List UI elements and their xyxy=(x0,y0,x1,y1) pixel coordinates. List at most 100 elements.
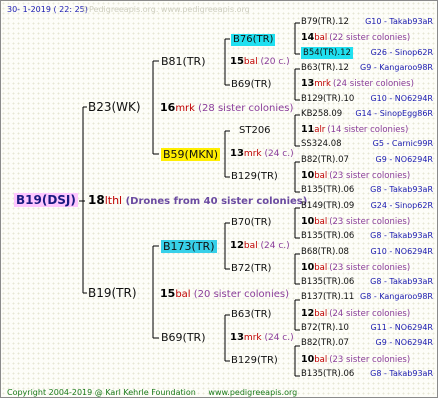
gen4-source-breeder[interactable]: G14 - SinopEgg86R xyxy=(355,109,433,118)
gen4-source-breeder[interactable]: G5 - Carnic99R xyxy=(373,139,433,148)
gen4-source-breeder[interactable]: G8 - Takab93aR xyxy=(370,369,433,378)
gen4-source-breeder[interactable]: G10 - Takab93aR xyxy=(365,17,433,26)
gen4-sister-count: (24 sister colonies) xyxy=(332,79,414,89)
gen4-ancestor-name[interactable]: B82(TR).07 xyxy=(301,338,349,348)
gen4-mating-row: 10bal (23 sister colonies) xyxy=(301,355,410,365)
gen2-b[interactable]: B59(MKN) xyxy=(161,148,221,161)
gen3-c2[interactable]: B72(TR) xyxy=(231,264,271,274)
gen1-bottom-abbr: bal xyxy=(175,289,191,300)
gen4-breeder-cell: G8 - Takab93aR xyxy=(370,232,433,240)
gen2-c-sisters: (24 c.) xyxy=(260,241,290,251)
gen4-ancestor-name[interactable]: B129(TR).10 xyxy=(301,94,354,104)
gen4-mating-row: 14bal (22 sister colonies) xyxy=(301,33,410,43)
gen4-source-breeder[interactable]: G10 - NO6294R xyxy=(370,247,433,256)
gen3-a2[interactable]: B69(TR) xyxy=(231,80,271,90)
pedigree-chart: { "header": { "date": "30- 1-2019 ( 22: … xyxy=(0,0,438,398)
gen4-source-breeder[interactable]: G11 - NO6294R xyxy=(370,323,433,332)
gen2-b-mating: 13mrk (24 c.) xyxy=(230,149,294,159)
gen4-source-breeder[interactable]: G8 - Takab93aR xyxy=(370,277,433,286)
gen4-sister-count: (23 sister colonies) xyxy=(329,355,411,365)
gen4-ancestor-name[interactable]: B68(TR).08 xyxy=(301,247,349,257)
gen4-brood-number: 11 xyxy=(301,124,315,135)
gen3-c1[interactable]: B70(TR) xyxy=(231,218,271,228)
gen4-source-breeder[interactable]: G9 - Kangaroo98R xyxy=(360,63,433,72)
gen4-source-breeder[interactable]: G9 - NO6294R xyxy=(376,338,433,347)
gen3-d1[interactable]: B63(TR) xyxy=(231,310,271,320)
gen2-a[interactable]: B81(TR) xyxy=(161,56,206,67)
gen4-brood-number: 10 xyxy=(301,262,315,273)
gen2-a-abbr: bal xyxy=(243,57,258,67)
gen2-d[interactable]: B69(TR) xyxy=(161,332,206,343)
gen4-breeder-cell: G9 - NO6294R xyxy=(376,339,433,347)
gen4-ancestor-name[interactable]: B63(TR).12 xyxy=(301,63,349,73)
copyright-text: Copyright 2004-2019 @ Karl Kehrle Founda… xyxy=(7,388,196,397)
gen4-ancestor-name[interactable]: B135(TR).06 xyxy=(301,185,354,195)
gen4-brood-number: 14 xyxy=(301,32,315,43)
gen1-top-mating: 16mrk (28 sister colonies) xyxy=(160,102,293,114)
gen2-d-sisters: (24 c.) xyxy=(264,333,294,343)
gen4-breeder-cell: G14 - SinopEgg86R xyxy=(355,110,433,118)
gen4-ancestor-name[interactable]: B149(TR).09 xyxy=(301,201,354,211)
gen4-breeder-cell: G8 - Kangaroo98R xyxy=(360,293,433,301)
gen4-sister-count: (23 sister colonies) xyxy=(329,171,411,181)
gen4-brood-number: 12 xyxy=(301,308,315,319)
gen4-brood-number: 10 xyxy=(301,354,315,365)
gen4-source-breeder[interactable]: G8 - Takab93aR xyxy=(370,231,433,240)
gen4-source-breeder[interactable]: G26 - Sinop62R xyxy=(371,48,433,57)
gen2-c-brood: 12 xyxy=(230,240,244,251)
gen4-breeder-cell: G11 - NO6294R xyxy=(370,324,433,332)
gen4-ancestor-name[interactable]: KB258.09 xyxy=(301,109,342,119)
gen3-b1[interactable]: ST206 xyxy=(239,126,271,136)
site-link[interactable]: www.pedigreeapis.org xyxy=(208,388,297,397)
gen4-source-breeder[interactable]: G8 - Kangaroo98R xyxy=(360,292,433,301)
root-brood-number: 18 xyxy=(88,193,105,207)
gen4-breeder-cell: G5 - Carnic99R xyxy=(373,140,433,148)
queen-root[interactable]: B19(DSJ) xyxy=(14,193,78,207)
gen4-ancestor-name[interactable]: B137(TR).11 xyxy=(301,292,354,302)
gen1-top-sisters: (28 sister colonies) xyxy=(198,103,294,114)
gen1-dam-bottom[interactable]: B19(TR) xyxy=(88,287,137,299)
gen4-ancestor-name[interactable]: B135(TR).06 xyxy=(301,369,354,379)
gen3-a1[interactable]: B76(TR) xyxy=(231,34,276,46)
gen4-ancestor-name[interactable]: B72(TR).10 xyxy=(301,323,349,333)
gen2-c-abbr: bal xyxy=(243,241,258,251)
gen4-brood-number: 10 xyxy=(301,216,315,227)
gen2-b-sisters: (24 c.) xyxy=(264,149,294,159)
gen4-sister-count: (23 sister colonies) xyxy=(329,217,411,227)
gen4-breed-abbr: bal xyxy=(314,263,328,273)
gen1-dam-top[interactable]: B23(WK) xyxy=(88,101,141,113)
root-mating-info: 18lthl (Drones from 40 sister colonies) xyxy=(88,194,307,207)
gen4-mating-row: 10bal (23 sister colonies) xyxy=(301,171,410,181)
gen4-breeder-cell: G10 - NO6294R xyxy=(370,248,433,256)
gen4-sister-count: (14 sister colonies) xyxy=(327,125,409,135)
gen4-breed-abbr: mrk xyxy=(314,79,331,89)
gen4-ancestor-name[interactable]: B79(TR).12 xyxy=(301,17,349,27)
gen1-bottom-brood: 15 xyxy=(160,287,176,300)
gen4-ancestor-name[interactable]: B54(TR).12 xyxy=(301,47,353,59)
gen4-sister-count: (23 sister colonies) xyxy=(329,263,411,273)
gen3-d2[interactable]: B129(TR) xyxy=(231,356,278,366)
gen4-breed-abbr: bal xyxy=(314,217,328,227)
gen1-bottom-mating: 15bal (20 sister colonies) xyxy=(160,288,289,300)
gen4-ancestor-name[interactable]: B82(TR).07 xyxy=(301,155,349,165)
gen4-breeder-cell: G26 - Sinop62R xyxy=(371,49,433,57)
gen4-breeder-cell: G8 - Takab93aR xyxy=(370,278,433,286)
gen2-d-brood: 13 xyxy=(230,332,244,343)
gen4-source-breeder[interactable]: G24 - Sinop62R xyxy=(371,201,433,210)
gen3-b2[interactable]: B129(TR) xyxy=(231,172,278,182)
gen4-ancestor-name[interactable]: SS324.08 xyxy=(301,139,342,149)
gen4-mating-row: 10bal (23 sister colonies) xyxy=(301,217,410,227)
gen4-ancestor-name[interactable]: B135(TR).06 xyxy=(301,231,354,241)
gen4-source-breeder[interactable]: G9 - NO6294R xyxy=(376,155,433,164)
gen4-breeder-cell: G9 - Kangaroo98R xyxy=(360,64,433,72)
gen1-top-abbr: mrk xyxy=(175,103,195,114)
date-stamp: 30- 1-2019 ( 22: 25) xyxy=(7,5,88,14)
gen2-c[interactable]: B173(TR) xyxy=(161,240,217,253)
gen4-source-breeder[interactable]: G10 - NO6294R xyxy=(370,94,433,103)
gen4-brood-number: 10 xyxy=(301,170,315,181)
gen1-top-brood: 16 xyxy=(160,101,176,114)
gen4-source-breeder[interactable]: G8 - Takab93aR xyxy=(370,185,433,194)
gen4-ancestor-name[interactable]: B135(TR).06 xyxy=(301,277,354,287)
gen4-breed-abbr: bal xyxy=(314,309,328,319)
gen2-b-abbr: mrk xyxy=(243,149,262,159)
